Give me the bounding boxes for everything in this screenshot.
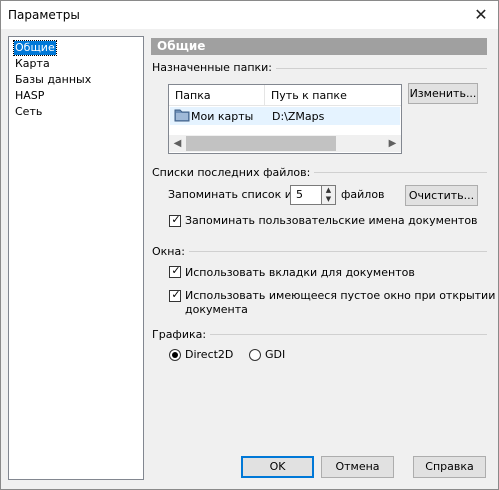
reuse-empty-window-label-line1[interactable]: Использовать имеющееся пустое окно при о… xyxy=(185,289,495,302)
remember-names-checkbox[interactable]: ✓ xyxy=(169,213,181,227)
windows-divider xyxy=(152,251,487,252)
remember-names-label[interactable]: Запоминать пользовательские имена докуме… xyxy=(185,214,478,227)
folders-listview[interactable]: Папка Путь к папке Мои карты D:\ZMaps ◀ … xyxy=(168,84,402,154)
windows-label: Окна: xyxy=(152,245,189,258)
check-icon: ✓ xyxy=(171,288,181,301)
horizontal-scrollbar[interactable]: ◀ ▶ xyxy=(169,135,401,152)
direct2d-label[interactable]: Direct2D xyxy=(185,348,233,361)
check-icon: ✓ xyxy=(171,213,181,226)
table-row[interactable]: Мои карты D:\ZMaps xyxy=(170,107,400,125)
remember-prefix-label: Запоминать список из xyxy=(168,188,298,201)
check-icon: ✓ xyxy=(171,264,181,277)
folder-name-cell: Мои карты xyxy=(191,110,254,123)
graphics-label: Графика: xyxy=(152,328,211,341)
recent-count-input[interactable]: 5 xyxy=(290,185,322,205)
use-tabs-label[interactable]: Использовать вкладки для документов xyxy=(185,266,415,279)
category-list[interactable]: Общие Карта Базы данных HASP Сеть xyxy=(8,36,144,480)
reuse-empty-window-checkbox[interactable]: ✓ xyxy=(169,288,181,302)
close-icon[interactable]: ✕ xyxy=(470,4,492,26)
folder-icon xyxy=(174,109,190,122)
gdi-label[interactable]: GDI xyxy=(265,348,285,361)
cancel-button[interactable]: Отмена xyxy=(321,456,394,478)
spin-up-icon[interactable]: ▲ xyxy=(322,186,335,195)
column-folder[interactable]: Папка xyxy=(175,89,211,102)
window-title: Параметры xyxy=(8,8,80,22)
reuse-empty-window-label-line2[interactable]: документа xyxy=(185,303,248,316)
listview-header: Папка Путь к папке xyxy=(169,85,401,106)
column-separator xyxy=(264,85,265,105)
direct2d-radio[interactable] xyxy=(169,349,181,361)
title-bar: Параметры ✕ xyxy=(1,1,498,29)
clear-list-button[interactable]: Очистить... xyxy=(405,185,478,206)
folder-path-cell: D:\ZMaps xyxy=(272,110,325,123)
change-folder-button[interactable]: Изменить... xyxy=(408,83,478,104)
files-suffix-label: файлов xyxy=(341,188,385,201)
nav-item-databases[interactable]: Базы данных xyxy=(14,73,92,87)
ok-button[interactable]: OK xyxy=(241,456,314,478)
scrollbar-thumb[interactable] xyxy=(186,136,336,151)
spin-down-icon[interactable]: ▼ xyxy=(322,195,335,204)
gdi-radio[interactable] xyxy=(249,349,261,361)
help-button[interactable]: Справка xyxy=(413,456,486,478)
folders-label: Назначенные папки: xyxy=(152,61,277,74)
column-path[interactable]: Путь к папке xyxy=(271,89,347,102)
nav-item-hasp[interactable]: HASP xyxy=(14,89,45,103)
nav-item-network[interactable]: Сеть xyxy=(14,105,43,119)
scroll-right-icon[interactable]: ▶ xyxy=(385,136,400,151)
nav-item-map[interactable]: Карта xyxy=(14,57,51,71)
scroll-left-icon[interactable]: ◀ xyxy=(170,136,185,151)
recent-count-spinner[interactable]: ▲ ▼ xyxy=(322,185,336,205)
use-tabs-checkbox[interactable]: ✓ xyxy=(169,264,181,278)
section-header: Общие xyxy=(151,38,487,55)
radio-selected-dot xyxy=(172,352,178,358)
recent-files-label: Списки последних файлов: xyxy=(152,166,315,179)
nav-item-general[interactable]: Общие xyxy=(13,40,57,56)
